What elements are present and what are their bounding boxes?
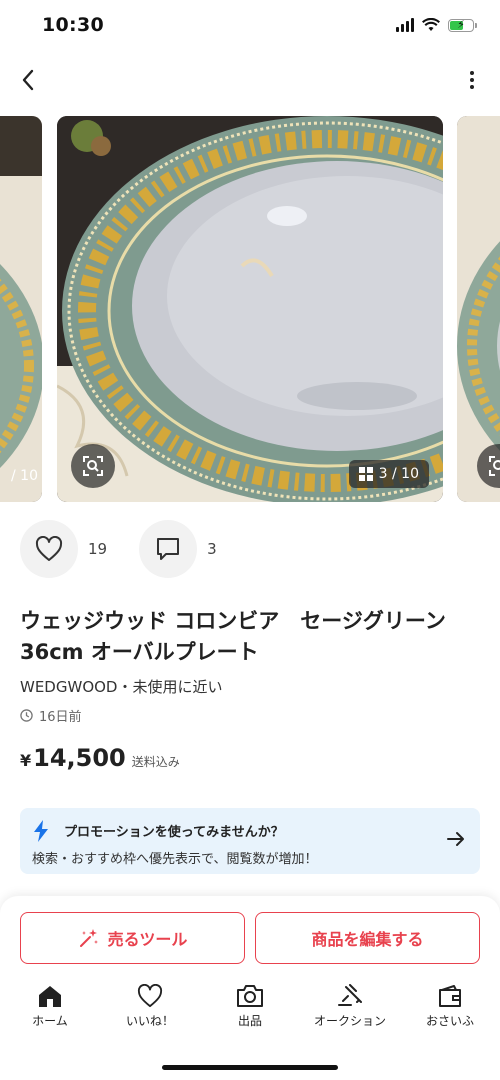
more-options-button[interactable] [462, 64, 482, 96]
promotion-banner[interactable]: プロモーションを使ってみませんか？ 検索・おすすめ枠へ優先表示で、閲覧数が増加！ [20, 808, 480, 874]
price-shipping-note: 送料込み [131, 755, 180, 769]
posted-time: 16日前 [20, 706, 82, 725]
tab-home[interactable]: ホーム [0, 984, 100, 1040]
carousel-slide-previous[interactable]: / 10 [0, 116, 42, 502]
camera-icon [237, 985, 263, 1007]
status-icons: ⚡ [396, 18, 477, 32]
posted-time-text: 16日前 [39, 710, 82, 725]
sell-tools-button[interactable]: 売るツール [20, 912, 245, 964]
item-price: ¥ 14,500 送料込み [20, 744, 180, 772]
comment-icon [157, 538, 180, 560]
image-search-icon [83, 456, 103, 476]
carousel-slide-next[interactable] [457, 116, 500, 502]
heart-icon [35, 536, 63, 561]
comment-button[interactable] [139, 520, 198, 578]
back-button[interactable] [12, 64, 44, 96]
top-nav [0, 60, 500, 100]
status-time: 10:30 [42, 14, 104, 36]
item-meta[interactable]: WEDGWOOD・未使用に近い [20, 676, 222, 697]
image-carousel[interactable]: / 10 3 / 10 [0, 116, 500, 502]
comment-count: 3 [207, 540, 217, 558]
tab-home-label: ホーム [32, 1014, 68, 1028]
edit-item-button[interactable]: 商品を編集する [255, 912, 480, 964]
gavel-icon [338, 984, 362, 1006]
tab-sell[interactable]: 出品 [200, 984, 300, 1040]
clock-icon [20, 709, 33, 722]
carousel-slide-current[interactable]: 3 / 10 [57, 116, 443, 502]
heart-icon [137, 984, 163, 1008]
previous-slide-counter: / 10 [11, 468, 38, 484]
tab-bar: ホーム いいね！ 出品 オークション おさいふ [0, 984, 500, 1040]
action-buttons: 売るツール 商品を編集する [20, 912, 480, 964]
tab-likes-label: いいね！ [125, 1014, 174, 1028]
promotion-text: 検索・おすすめ枠へ優先表示で、閲覧数が増加！ [32, 852, 318, 867]
price-symbol: ¥ [20, 751, 32, 770]
image-search-icon [489, 456, 500, 476]
status-bar: 10:30 ⚡ [0, 0, 500, 54]
home-icon [39, 986, 61, 1007]
tab-wallet[interactable]: おさいふ [400, 984, 500, 1040]
item-actions: 19 3 [20, 520, 249, 578]
image-counter-text: 3 / 10 [378, 466, 419, 482]
price-value: 14,500 [33, 744, 126, 772]
wifi-icon [422, 18, 440, 31]
wallet-icon [439, 985, 461, 1007]
more-vertical-icon [470, 71, 474, 75]
tab-auction-label: オークション [313, 1014, 386, 1028]
tab-auction[interactable]: オークション [300, 984, 400, 1040]
like-count: 19 [88, 540, 108, 558]
item-title: ウェッジウッド コロンビア セージグリーン 36cm オーバルプレート [20, 609, 446, 664]
edit-item-label: 商品を編集する [311, 930, 424, 949]
chevron-left-icon [22, 69, 34, 91]
sell-tools-label: 売るツール [107, 930, 188, 949]
image-search-button[interactable] [71, 444, 115, 488]
tab-sell-label: 出品 [237, 1014, 262, 1028]
signal-icon [396, 18, 414, 32]
like-button[interactable] [20, 520, 78, 578]
home-indicator [162, 1065, 338, 1070]
grid-icon [358, 467, 373, 481]
lightning-icon [34, 820, 48, 842]
bottom-panel: 売るツール 商品を編集する ホーム いいね！ 出品 オークション おさいふ [0, 896, 500, 1080]
battery-icon: ⚡ [448, 18, 477, 32]
image-counter: 3 / 10 [348, 460, 429, 488]
tab-wallet-label: おさいふ [425, 1014, 474, 1028]
sparkle-wand-icon [79, 929, 98, 947]
promotion-title: プロモーションを使ってみませんか？ [64, 825, 284, 840]
tab-likes[interactable]: いいね！ [100, 984, 200, 1040]
arrow-right-icon [447, 832, 464, 846]
